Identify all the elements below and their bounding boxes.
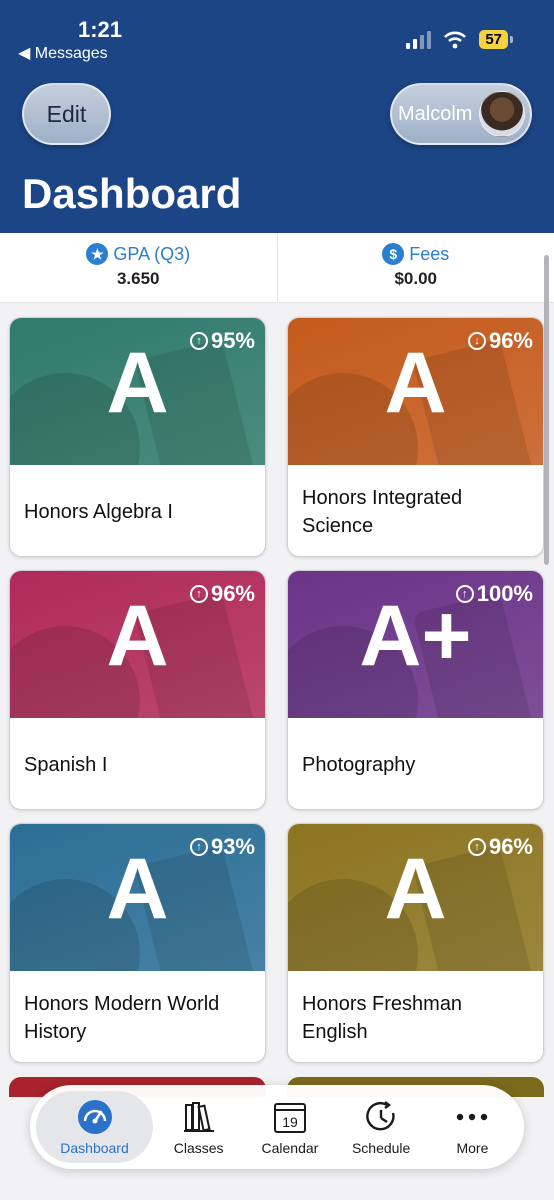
tab-label: Classes [173, 1139, 224, 1156]
class-name: Honors Integrated Science [302, 486, 463, 537]
gpa-label: GPA (Q3) [113, 243, 191, 264]
tab-label: More [456, 1139, 489, 1156]
class-card[interactable]: ↓ 96% A Honors Integrated Science [287, 317, 544, 557]
class-name: Honors Modern World History [24, 992, 220, 1043]
ellipsis-icon [454, 1099, 490, 1135]
tab-calendar[interactable]: 19 Calendar [244, 1091, 335, 1163]
letter-grade: A [384, 335, 447, 431]
tab-dashboard[interactable]: Dashboard [36, 1091, 154, 1163]
fees-summary[interactable]: $ Fees $0.00 [276, 233, 554, 302]
star-icon: ★ [86, 243, 109, 265]
fees-label: Fees [409, 243, 450, 264]
tab-label: Calendar [261, 1139, 319, 1156]
tab-more[interactable]: More [427, 1091, 518, 1163]
gpa-summary[interactable]: ★ GPA (Q3) 3.650 [0, 233, 277, 302]
cellular-signal-icon [406, 30, 432, 49]
summary-row: ★ GPA (Q3) 3.650 $ Fees $0.00 [0, 233, 554, 303]
calendar-day: 19 [282, 1114, 298, 1130]
letter-grade: A [106, 335, 169, 431]
class-card[interactable]: ↑ 96% A Honors Freshman English [287, 823, 544, 1063]
letter-grade: A [384, 841, 447, 937]
class-card-banner: ↑ 96% A [288, 824, 543, 971]
class-card-banner: ↑ 93% A [10, 824, 265, 971]
class-card-banner: ↑ 95% A [10, 318, 265, 465]
class-card[interactable]: ↑ 100% A+ Photography [287, 570, 544, 810]
tab-label: Schedule [351, 1139, 411, 1156]
class-card[interactable]: ↑ 96% A Spanish I [9, 570, 266, 810]
tab-schedule[interactable]: Schedule [336, 1091, 427, 1163]
fees-value: $0.00 [394, 269, 438, 288]
gauge-icon [77, 1099, 113, 1135]
scrollbar[interactable] [544, 255, 549, 565]
class-card[interactable]: ↑ 93% A Honors Modern World History [9, 823, 266, 1063]
status-icons: 57 [406, 30, 513, 49]
edit-button[interactable]: Edit [22, 83, 111, 145]
back-to-messages-link[interactable]: ◀ Messages [18, 43, 108, 63]
page-title: Dashboard [22, 170, 242, 217]
battery-icon: 57 [479, 30, 513, 49]
class-name: Honors Algebra I [24, 500, 173, 523]
gpa-value: 3.650 [116, 269, 160, 288]
calendar-icon: 19 [272, 1099, 308, 1135]
clock-icon [363, 1099, 399, 1135]
class-card[interactable]: ↑ 95% A Honors Algebra I [9, 317, 266, 557]
class-card-banner: ↑ 96% A [10, 571, 265, 718]
status-time: 1:21 [78, 17, 123, 42]
class-name: Spanish I [24, 753, 108, 776]
letter-grade: A [106, 588, 169, 684]
class-card-banner: ↓ 96% A [288, 318, 543, 465]
letter-grade: A [106, 841, 169, 937]
tab-label: Dashboard [60, 1139, 129, 1156]
class-name: Photography [302, 753, 416, 776]
user-name: Malcolm [398, 102, 473, 125]
tab-classes[interactable]: Classes [153, 1091, 244, 1163]
class-name: Honors Freshman English [302, 992, 463, 1043]
tab-bar: Dashboard Classes 19 Calendar Schedule M… [30, 1085, 524, 1169]
header: 1:21 ◀ Messages 57 Edit Malcolm Dashboar… [0, 0, 554, 233]
dollar-icon: $ [382, 243, 405, 265]
class-card-banner: ↑ 100% A+ [288, 571, 543, 718]
books-icon [181, 1099, 217, 1135]
wifi-icon [444, 31, 467, 48]
user-profile-button[interactable]: Malcolm [390, 83, 532, 145]
letter-grade: A+ [359, 588, 472, 684]
avatar [479, 91, 525, 137]
